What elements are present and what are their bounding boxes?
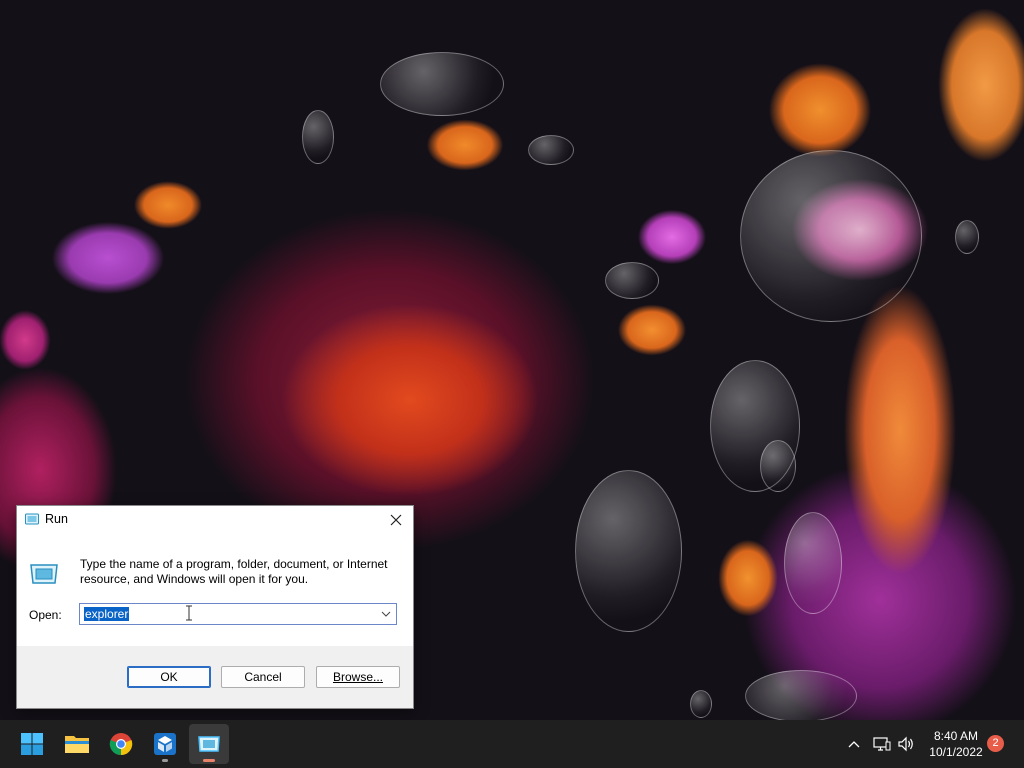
ok-button[interactable]: OK xyxy=(127,666,211,688)
wallpaper-bubble xyxy=(380,52,504,116)
network-button[interactable] xyxy=(871,732,893,756)
dialog-title: Run xyxy=(45,512,68,526)
open-combobox[interactable]: explorer xyxy=(79,603,397,625)
running-indicator xyxy=(162,759,168,762)
close-icon xyxy=(390,514,402,526)
run-icon xyxy=(25,513,39,525)
taskbar-app[interactable] xyxy=(145,724,185,764)
active-indicator xyxy=(203,759,215,762)
clock-date: 10/1/2022 xyxy=(929,745,983,759)
run-title-bar[interactable]: Run xyxy=(17,506,413,534)
wallpaper-bubble xyxy=(745,670,857,720)
folder-icon xyxy=(65,736,89,753)
run-icon xyxy=(198,736,220,752)
open-input-value[interactable]: explorer xyxy=(84,607,130,621)
dropdown-button[interactable] xyxy=(378,606,394,622)
chevron-up-icon xyxy=(848,741,860,748)
volume-button[interactable] xyxy=(895,732,917,756)
browse-label: Browse... xyxy=(332,670,383,684)
dialog-description: Type the name of a program, folder, docu… xyxy=(80,557,388,586)
cube-icon xyxy=(154,733,176,755)
wallpaper-bubble xyxy=(955,220,979,254)
taskbar-file-explorer[interactable] xyxy=(57,724,97,764)
speaker-icon xyxy=(898,736,913,752)
taskbar: 8:40 AM 10/1/2022 xyxy=(0,720,1024,768)
wallpaper-bubble xyxy=(605,262,659,299)
network-icon xyxy=(873,737,891,751)
text-cursor-icon xyxy=(186,605,192,621)
dialog-footer: OK Cancel Browse... xyxy=(17,646,413,708)
chrome-icon xyxy=(109,733,133,756)
taskbar-chrome[interactable] xyxy=(101,724,141,764)
chevron-down-icon xyxy=(381,611,391,617)
wallpaper-bubble xyxy=(690,690,712,718)
windows-logo-icon xyxy=(21,733,43,755)
wallpaper-bubble xyxy=(528,135,574,165)
open-label: Open: xyxy=(29,608,62,622)
wallpaper-bubble xyxy=(575,470,682,632)
run-program-icon xyxy=(30,564,58,584)
run-dialog: Run Type the name of a program, folder, … xyxy=(16,505,414,709)
show-hidden-icons-button[interactable] xyxy=(844,732,864,756)
notification-badge[interactable]: 2 xyxy=(987,735,1004,752)
browse-button[interactable]: Browse... xyxy=(316,666,400,688)
close-button[interactable] xyxy=(385,509,407,531)
taskbar-run[interactable] xyxy=(189,724,229,764)
cancel-button[interactable]: Cancel xyxy=(221,666,305,688)
wallpaper-bubble xyxy=(740,150,922,322)
clock[interactable]: 8:40 AM 10/1/2022 xyxy=(920,728,992,760)
wallpaper-bubble xyxy=(760,440,796,492)
start-button[interactable] xyxy=(12,724,52,764)
wallpaper-bubble xyxy=(302,110,334,164)
wallpaper-bubble xyxy=(784,512,842,614)
clock-time: 8:40 AM xyxy=(933,729,979,743)
